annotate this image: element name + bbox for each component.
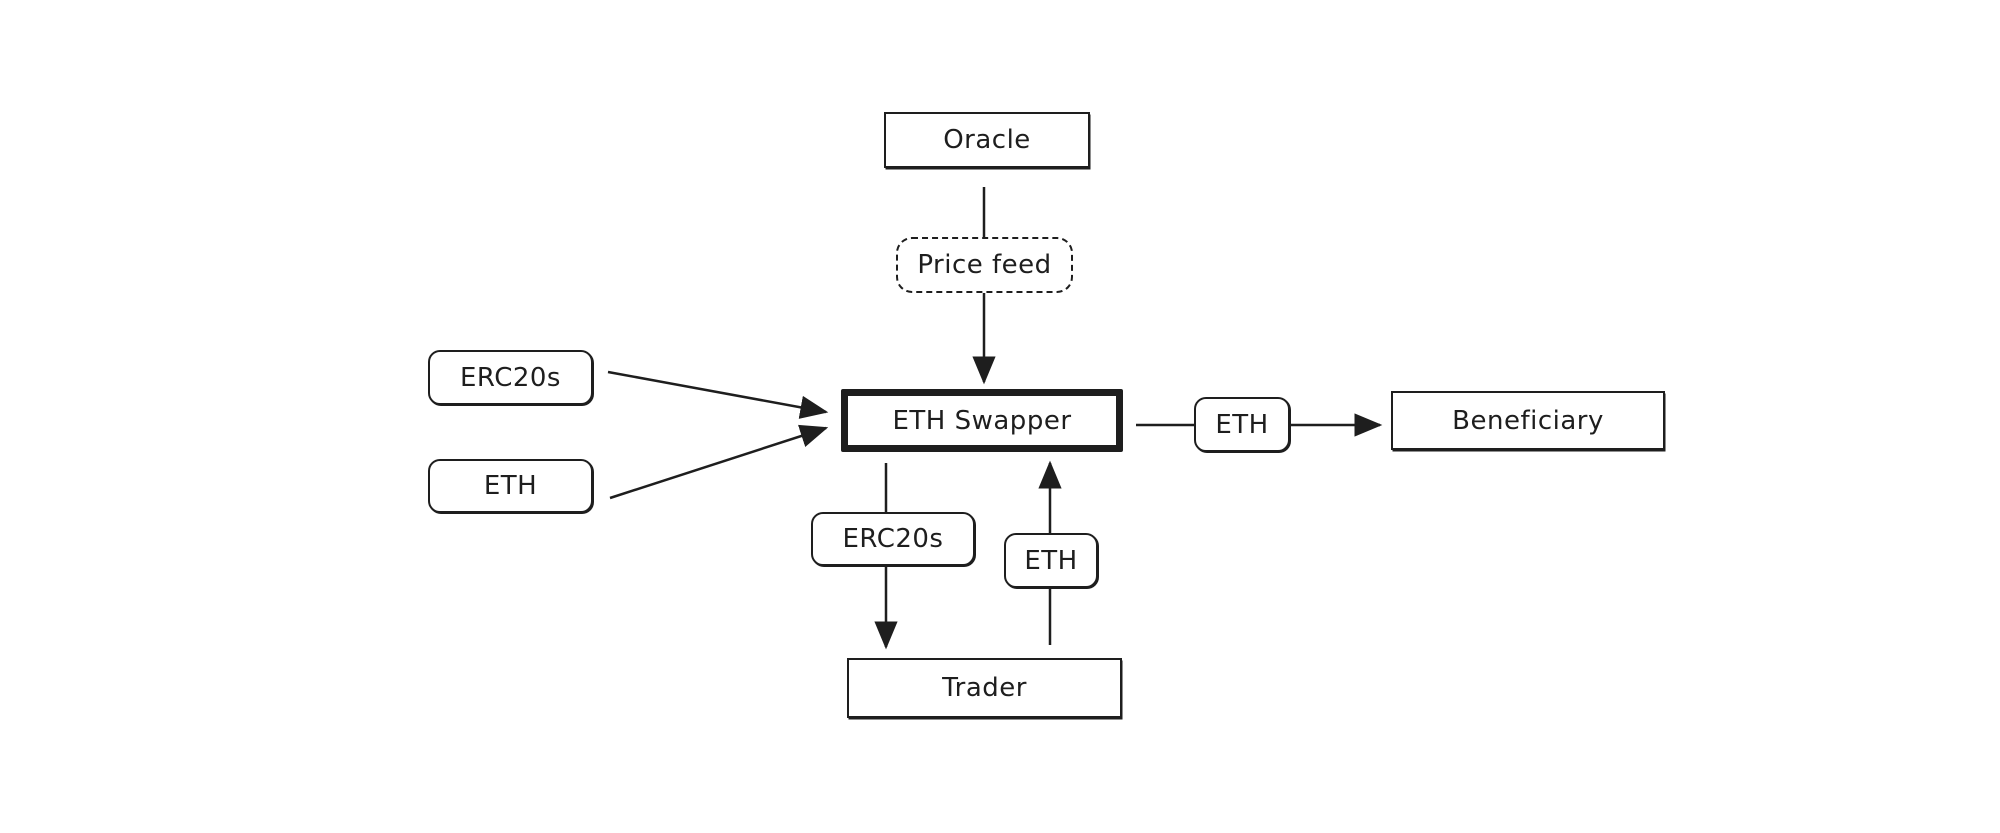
beneficiary-node[interactable]: Beneficiary [1391, 391, 1665, 450]
trader-node[interactable]: Trader [847, 658, 1122, 718]
eth-output-label: ETH [1215, 409, 1269, 440]
edge-erc20s-to-swapper [607, 370, 829, 419]
price-feed-label: Price feed [917, 250, 1052, 280]
oracle-node[interactable]: Oracle [884, 112, 1090, 168]
erc20s-trader-label: ERC20s [842, 524, 944, 554]
price-feed-node[interactable]: Price feed [896, 237, 1073, 293]
oracle-label: Oracle [943, 125, 1031, 155]
eth-trader-node[interactable]: ETH [1004, 533, 1098, 588]
eth-input-node[interactable]: ETH [428, 459, 593, 513]
eth-swapper-label: ETH Swapper [892, 405, 1072, 436]
eth-swapper-node[interactable]: ETH Swapper [841, 389, 1123, 452]
eth-input-label: ETH [483, 471, 538, 501]
erc20s-input-label: ERC20s [460, 362, 561, 393]
erc20s-input-node[interactable]: ERC20s [428, 350, 593, 405]
trader-label: Trader [942, 673, 1027, 703]
erc20s-trader-node[interactable]: ERC20s [811, 512, 975, 566]
edge-eth-to-swapper [609, 424, 829, 500]
eth-output-node[interactable]: ETH [1194, 397, 1290, 452]
eth-trader-label: ETH [1024, 545, 1078, 576]
beneficiary-label: Beneficiary [1452, 405, 1604, 436]
